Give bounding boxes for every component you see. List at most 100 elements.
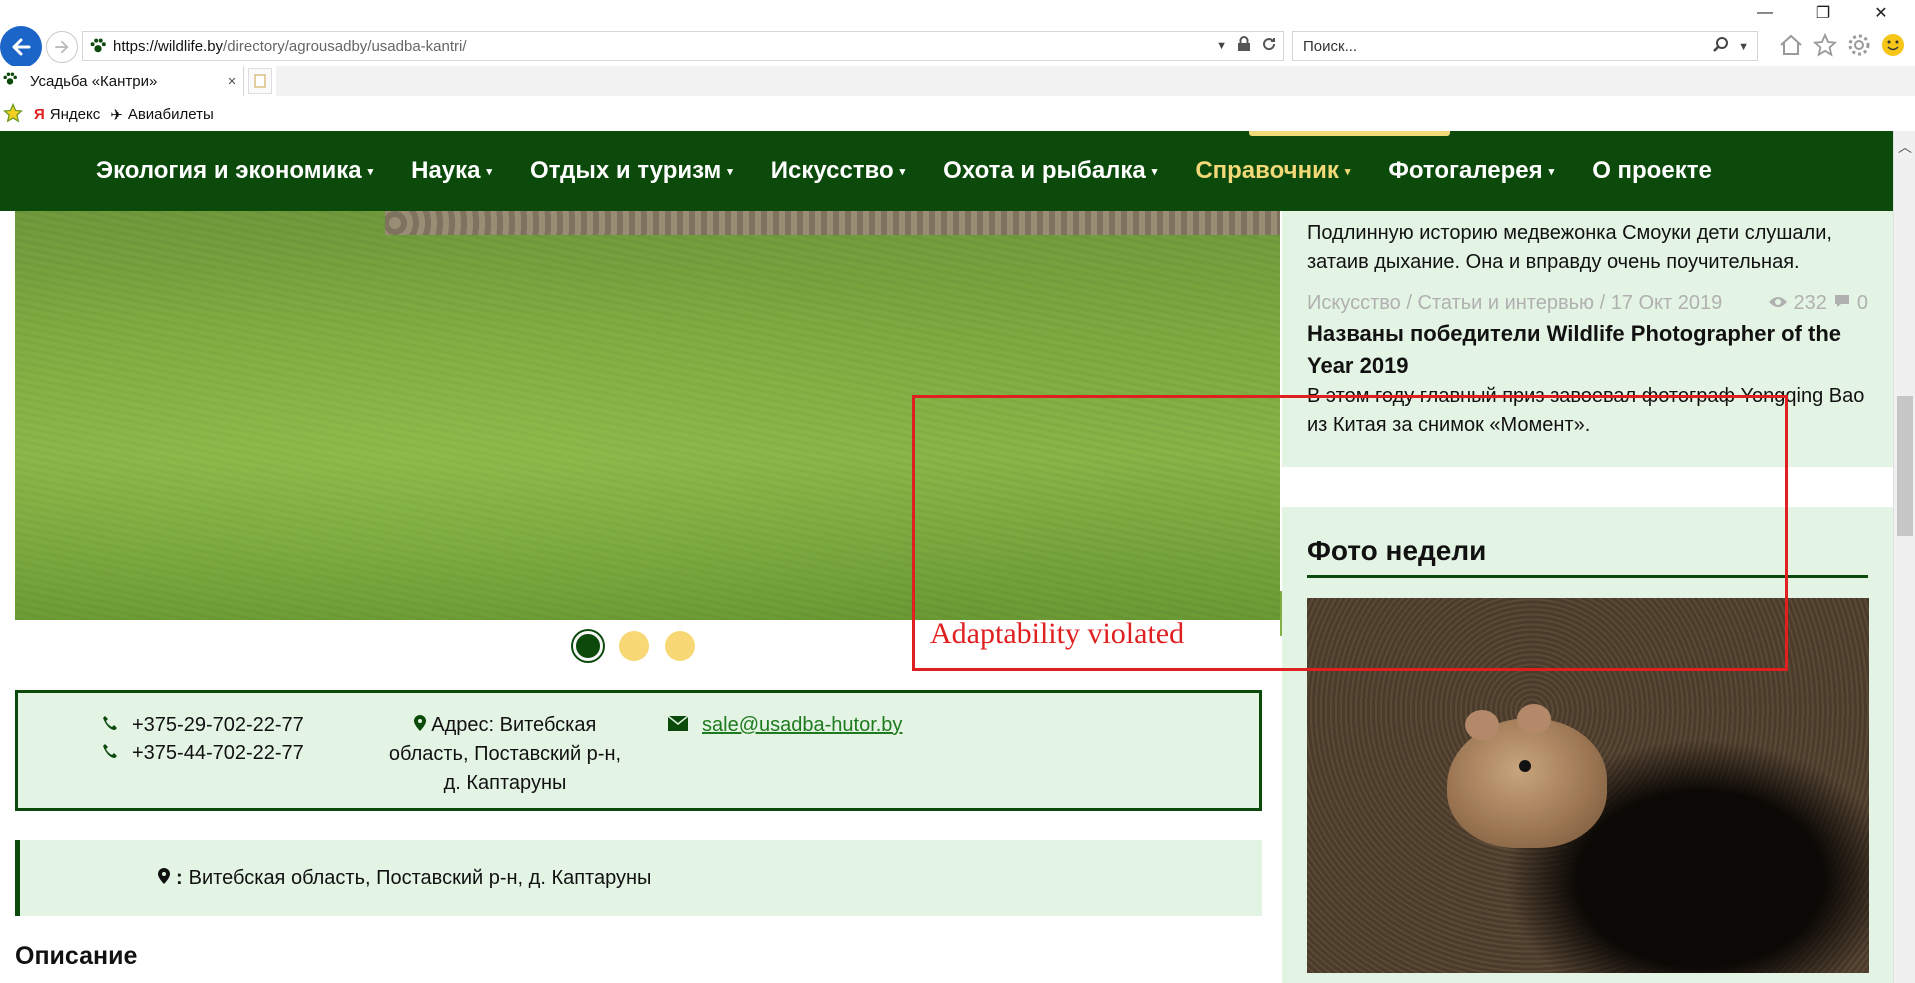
phone-column: +375-29-702-22-77 +375-44-702-22-77	[102, 711, 304, 767]
news-views: 232	[1793, 292, 1827, 314]
scroll-thumb[interactable]	[1897, 396, 1913, 536]
feedback-smiley-icon[interactable]	[1880, 32, 1906, 63]
minimize-button[interactable]: —	[1740, 0, 1790, 26]
favorites-bar-star-icon[interactable]	[2, 102, 24, 128]
phone-row: +375-44-702-22-77	[102, 739, 304, 767]
search-icon[interactable]	[1712, 36, 1730, 58]
caret-down-icon: ▾	[367, 165, 374, 178]
menu-item-label: Искусство	[770, 157, 894, 184]
email-link[interactable]: sale@usadba-hutor.by	[702, 711, 902, 739]
menu-item-ecology[interactable]: Экология и экономика ▾	[96, 157, 373, 185]
stone-wall-strip	[385, 211, 1280, 235]
search-box[interactable]: Поиск... ▼	[1292, 31, 1758, 61]
page-scrollbar[interactable]: ︿	[1893, 131, 1915, 983]
address-bar[interactable]: https://wildlife.by/directory/agrousadby…	[82, 31, 1284, 61]
caret-down-icon: ▾	[1548, 165, 1555, 178]
menu-item-about[interactable]: О проекте	[1592, 157, 1712, 185]
main-menu: Экология и экономика ▾ Наука ▾ Отдых и тур…	[96, 131, 1712, 211]
hero-slide-image	[15, 211, 1280, 620]
browser-chrome: — ❐ ✕ https://wildlife.by/directory/agro…	[0, 0, 1915, 131]
news-excerpt: В этом году главный приз завоевал фотогр…	[1307, 385, 1865, 436]
tab-active[interactable]: Усадьба «Кантри» ×	[0, 66, 244, 96]
description-heading: Описание	[15, 942, 138, 970]
browser-toolbar-icons	[1778, 32, 1906, 63]
tab-bar: Усадьба «Кантри» ×	[0, 66, 1915, 96]
menu-item-label: Фотогалерея	[1388, 157, 1543, 184]
vole-figure	[1447, 704, 1607, 848]
address-strip-value: Витебская область, Поставский р-н, д. Ка…	[188, 866, 652, 889]
favorite-aviabilety-label: Авиабилеты	[127, 106, 214, 123]
favorite-yandex[interactable]: Я Яндекс	[34, 106, 100, 123]
phone-number[interactable]: +375-44-702-22-77	[132, 739, 304, 767]
back-button[interactable]	[0, 26, 42, 68]
menu-item-gallery[interactable]: Фотогалерея ▾	[1388, 157, 1554, 185]
slider-dot[interactable]	[665, 631, 695, 661]
menu-item-label: Отдых и туризм	[530, 157, 722, 184]
caret-down-icon: ▾	[1151, 165, 1158, 178]
tab-close-icon[interactable]: ×	[221, 73, 243, 90]
slider-dot[interactable]	[619, 631, 649, 661]
email-column: sale@usadba-hutor.by	[667, 711, 902, 739]
caret-down-icon: ▾	[727, 165, 733, 178]
news-excerpt: Подлинную историю медвежонка Смоуки дети…	[1307, 222, 1832, 273]
map-marker-icon	[413, 714, 426, 736]
restore-button[interactable]: ❐	[1798, 0, 1848, 26]
menu-item-science[interactable]: Наука ▾	[411, 157, 492, 185]
phone-number[interactable]: +375-29-702-22-77	[132, 711, 304, 739]
address-column: Адрес: Витебская область, Поставский р-н…	[375, 711, 635, 798]
settings-gear-icon[interactable]	[1846, 32, 1872, 63]
menu-item-hunting[interactable]: Охота и рыбалка ▾	[943, 157, 1157, 185]
main-navigation: Экология и экономика ▾ Наука ▾ Отдых и тур…	[0, 131, 1893, 211]
menu-item-tourism[interactable]: Отдых и туризм ▾	[530, 157, 733, 185]
phone-icon	[102, 739, 118, 767]
annotation-label: Adaptability violated	[930, 617, 1185, 650]
menu-item-art[interactable]: Искусство ▾	[771, 157, 905, 185]
url-host: https://wildlife.by	[113, 37, 224, 55]
scroll-up-arrow-icon[interactable]: ︿	[1894, 137, 1915, 157]
new-tab-button[interactable]	[248, 68, 272, 94]
airplane-icon: ✈	[110, 106, 123, 124]
url-path: /directory/agrousadby/usadba-kantri/	[223, 37, 467, 55]
address-line: область, Поставский р-н,	[388, 743, 622, 765]
forward-arrow-icon	[55, 40, 69, 54]
back-arrow-icon	[12, 38, 31, 56]
favorite-aviabilety[interactable]: ✈ Авиабилеты	[110, 106, 214, 124]
photo-of-week-title: Фото недели	[1307, 535, 1868, 578]
caret-down-icon: ▾	[899, 165, 906, 178]
menu-item-directory[interactable]: Справочник ▾	[1195, 157, 1350, 185]
phone-row: +375-29-702-22-77	[102, 711, 304, 739]
close-window-button[interactable]: ✕	[1856, 0, 1906, 26]
photo-of-week-image[interactable]	[1307, 598, 1869, 973]
menu-item-label: Справочник	[1195, 157, 1339, 184]
contact-box: +375-29-702-22-77 +375-44-702-22-77 Адре…	[15, 690, 1262, 811]
menu-item-label: Экология и экономика	[96, 157, 362, 184]
news-title-link[interactable]: Названы победители Wildlife Photographer…	[1307, 318, 1868, 382]
news-meta-text[interactable]: Искусство / Статьи и интервью / 17 Окт 2…	[1307, 289, 1722, 318]
url-dropdown-icon[interactable]: ▼	[1216, 40, 1227, 52]
news-comments: 0	[1856, 292, 1868, 314]
lock-icon[interactable]	[1237, 36, 1251, 56]
caret-down-icon: ▾	[486, 165, 493, 178]
vole-eye	[1519, 760, 1531, 772]
forward-button[interactable]	[46, 31, 78, 63]
sidebar: Подлинную историю медвежонка Смоуки дети…	[1282, 211, 1893, 983]
envelope-icon	[667, 711, 689, 739]
address-line: д. Каптаруны	[443, 772, 567, 794]
search-dropdown-icon[interactable]: ▼	[1738, 41, 1749, 53]
slider-dot-active[interactable]	[573, 631, 603, 661]
address-strip-label: :	[176, 866, 183, 889]
news-meta: Искусство / Статьи и интервью / 17 Окт 2…	[1307, 289, 1868, 318]
address-line: Адрес: Витебская	[375, 711, 635, 740]
vole-ear	[1465, 710, 1499, 740]
refresh-icon[interactable]	[1261, 36, 1277, 56]
email-row: sale@usadba-hutor.by	[667, 711, 902, 739]
yandex-icon: Я	[34, 106, 45, 123]
favorites-star-icon[interactable]	[1812, 32, 1838, 63]
address-strip: : Витебская область, Поставский р-н, д. …	[15, 840, 1262, 916]
screenshot-root: — ❐ ✕ https://wildlife.by/directory/agro…	[0, 0, 1915, 983]
tab-favicon-icon	[2, 71, 18, 91]
home-icon[interactable]	[1778, 32, 1804, 63]
tab-bar-background	[276, 66, 1915, 96]
photo-of-week-widget: Фото недели	[1282, 507, 1893, 983]
phone-icon	[102, 711, 118, 739]
